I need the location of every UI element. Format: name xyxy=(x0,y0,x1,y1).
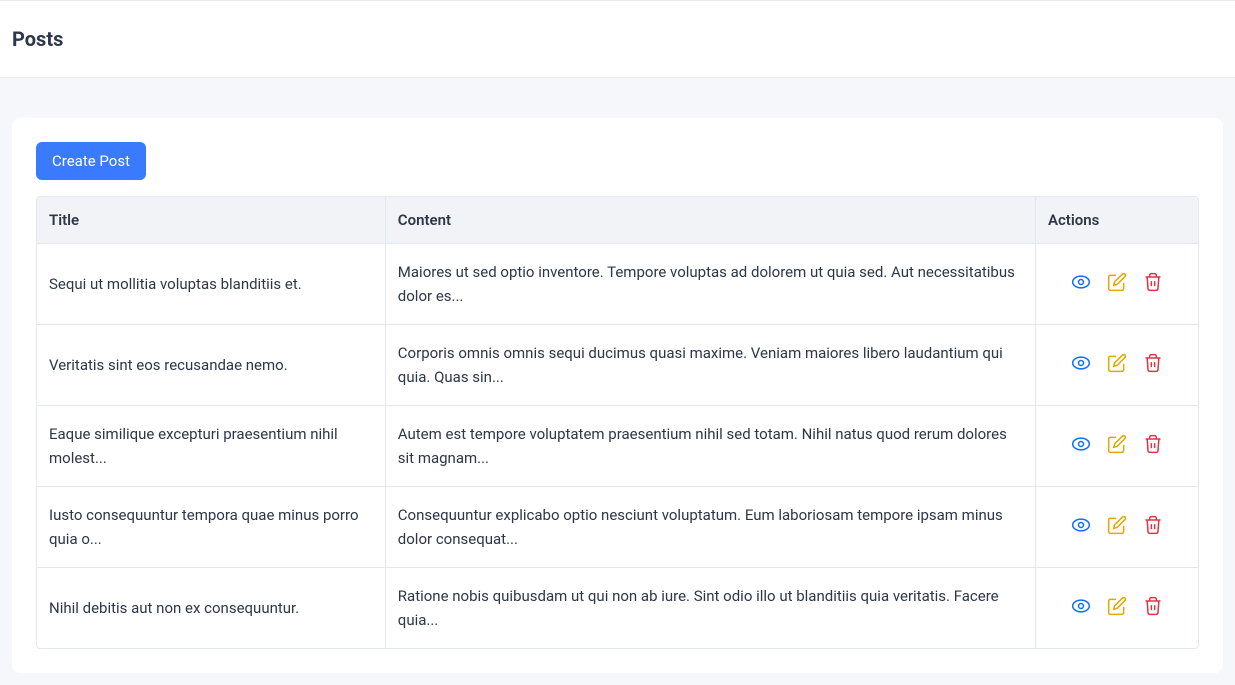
cell-content: Ratione nobis quibusdam ut qui non ab iu… xyxy=(385,568,1035,649)
create-post-button[interactable]: Create Post xyxy=(36,142,146,180)
cell-title: Sequi ut mollitia voluptas blanditiis et… xyxy=(37,244,385,325)
content-wrap: Create Post Title Content Actions Sequi … xyxy=(0,78,1235,685)
delete-button[interactable] xyxy=(1139,593,1167,621)
trash-icon xyxy=(1143,434,1163,457)
table-row: Eaque similique excepturi praesentium ni… xyxy=(37,406,1198,487)
view-button[interactable] xyxy=(1067,350,1095,378)
table-row: Nihil debitis aut non ex consequuntur.Ra… xyxy=(37,568,1198,649)
table-row: Iusto consequuntur tempora quae minus po… xyxy=(37,487,1198,568)
eye-icon xyxy=(1071,434,1091,457)
delete-button[interactable] xyxy=(1139,431,1167,459)
posts-table: Title Content Actions Sequi ut mollitia … xyxy=(37,197,1198,648)
trash-icon xyxy=(1143,272,1163,295)
column-header-title: Title xyxy=(37,197,385,244)
edit-icon xyxy=(1107,272,1127,295)
edit-button[interactable] xyxy=(1103,350,1131,378)
table-row: Sequi ut mollitia voluptas blanditiis et… xyxy=(37,244,1198,325)
delete-button[interactable] xyxy=(1139,350,1167,378)
view-button[interactable] xyxy=(1067,269,1095,297)
delete-button[interactable] xyxy=(1139,269,1167,297)
cell-actions xyxy=(1035,325,1198,406)
cell-content: Maiores ut sed optio inventore. Tempore … xyxy=(385,244,1035,325)
edit-icon xyxy=(1107,434,1127,457)
edit-icon xyxy=(1107,515,1127,538)
cell-title: Iusto consequuntur tempora quae minus po… xyxy=(37,487,385,568)
page-title: Posts xyxy=(12,27,1223,51)
posts-table-container: Title Content Actions Sequi ut mollitia … xyxy=(36,196,1199,649)
view-button[interactable] xyxy=(1067,512,1095,540)
edit-icon xyxy=(1107,596,1127,619)
posts-card: Create Post Title Content Actions Sequi … xyxy=(12,118,1223,673)
trash-icon xyxy=(1143,515,1163,538)
delete-button[interactable] xyxy=(1139,512,1167,540)
eye-icon xyxy=(1071,353,1091,376)
cell-content: Autem est tempore voluptatem praesentium… xyxy=(385,406,1035,487)
view-button[interactable] xyxy=(1067,593,1095,621)
cell-title: Veritatis sint eos recusandae nemo. xyxy=(37,325,385,406)
eye-icon xyxy=(1071,272,1091,295)
column-header-actions: Actions xyxy=(1035,197,1198,244)
cell-actions xyxy=(1035,568,1198,649)
cell-title: Eaque similique excepturi praesentium ni… xyxy=(37,406,385,487)
cell-actions xyxy=(1035,244,1198,325)
edit-button[interactable] xyxy=(1103,593,1131,621)
cell-content: Consequuntur explicabo optio nesciunt vo… xyxy=(385,487,1035,568)
eye-icon xyxy=(1071,596,1091,619)
view-button[interactable] xyxy=(1067,431,1095,459)
trash-icon xyxy=(1143,596,1163,619)
eye-icon xyxy=(1071,515,1091,538)
cell-content: Corporis omnis omnis sequi ducimus quasi… xyxy=(385,325,1035,406)
cell-actions xyxy=(1035,487,1198,568)
cell-actions xyxy=(1035,406,1198,487)
trash-icon xyxy=(1143,353,1163,376)
edit-button[interactable] xyxy=(1103,269,1131,297)
table-row: Veritatis sint eos recusandae nemo.Corpo… xyxy=(37,325,1198,406)
edit-icon xyxy=(1107,353,1127,376)
column-header-content: Content xyxy=(385,197,1035,244)
cell-title: Nihil debitis aut non ex consequuntur. xyxy=(37,568,385,649)
page-header: Posts xyxy=(0,0,1235,78)
edit-button[interactable] xyxy=(1103,431,1131,459)
edit-button[interactable] xyxy=(1103,512,1131,540)
